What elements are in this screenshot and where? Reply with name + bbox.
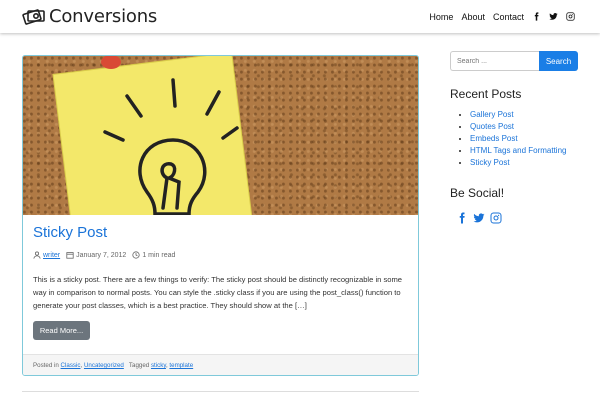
search-input[interactable]: [450, 51, 539, 71]
list-item: Quotes Post: [470, 121, 566, 133]
instagram-icon[interactable]: [566, 12, 575, 21]
nav-home[interactable]: Home: [429, 12, 453, 22]
clock-icon: [132, 251, 140, 259]
recent-posts-list: Gallery Post Quotes Post Embeds Post HTM…: [470, 109, 566, 169]
recent-post-link[interactable]: HTML Tags and Formatting: [470, 146, 566, 155]
list-item: Embeds Post: [470, 133, 566, 145]
list-item: Sticky Post: [470, 157, 566, 169]
user-icon: [33, 251, 41, 259]
post-date: January 7, 2012: [76, 251, 127, 259]
recent-posts-title: Recent Posts: [450, 87, 522, 101]
post-title[interactable]: Sticky Post: [33, 224, 107, 241]
twitter-icon[interactable]: [473, 212, 485, 224]
post-author[interactable]: writer: [43, 252, 60, 259]
be-social-title: Be Social!: [450, 186, 505, 200]
list-item: HTML Tags and Formatting: [470, 145, 566, 157]
recent-post-link[interactable]: Embeds Post: [470, 134, 518, 143]
post-meta: writer January 7, 2012 1 min read: [33, 251, 181, 259]
recent-post-link[interactable]: Quotes Post: [470, 122, 514, 131]
category-link[interactable]: Uncategorized: [84, 362, 124, 369]
site-title: Conversions: [49, 5, 158, 27]
featured-image[interactable]: [23, 56, 418, 215]
recent-post-link[interactable]: Gallery Post: [470, 110, 514, 119]
site-brand[interactable]: Conversions: [22, 5, 157, 27]
calendar-icon: [66, 252, 74, 259]
read-more-button[interactable]: Read More...: [33, 321, 90, 340]
tag-link[interactable]: template: [169, 362, 193, 369]
social-links: [456, 212, 507, 224]
lightbulb-note-illustration: [52, 56, 257, 215]
post-card: Sticky Post writer January 7, 2012 1 min…: [22, 55, 419, 376]
tagged-label: Tagged: [128, 362, 150, 369]
money-icon: [22, 9, 45, 25]
twitter-icon[interactable]: [549, 12, 558, 21]
category-link[interactable]: Classic: [61, 362, 81, 369]
site-header: Conversions Home About Contact: [0, 0, 600, 33]
facebook-icon[interactable]: [456, 212, 468, 224]
post-footer: Posted in Classic, Uncategorized Tagged …: [23, 354, 418, 375]
list-item: Gallery Post: [470, 109, 566, 121]
next-post-divider: [22, 391, 419, 392]
nav-about[interactable]: About: [461, 12, 485, 22]
recent-post-link[interactable]: Sticky Post: [470, 158, 510, 167]
read-time: 1 min read: [142, 251, 176, 259]
post-excerpt: This is a sticky post. There are a few t…: [33, 275, 403, 310]
tag-link[interactable]: sticky: [151, 362, 166, 369]
search-button[interactable]: Search: [539, 51, 578, 71]
nav-contact[interactable]: Contact: [493, 12, 524, 22]
instagram-icon[interactable]: [490, 212, 502, 224]
main-nav: Home About Contact: [421, 0, 575, 33]
posted-in-label: Posted in: [33, 362, 59, 369]
facebook-icon[interactable]: [532, 12, 541, 21]
